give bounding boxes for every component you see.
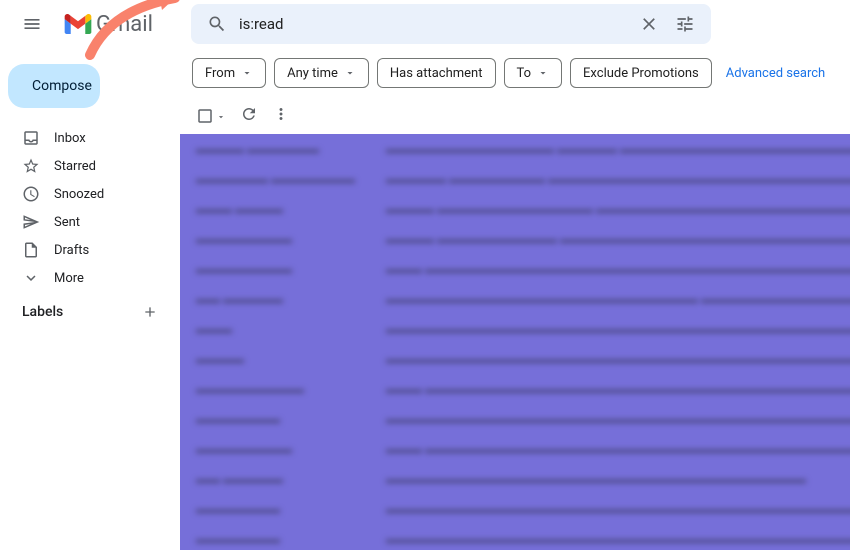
compose-label: Compose — [32, 78, 92, 94]
email-row[interactable]: ▬▬▬ ▬▬▬▬▬▬▬▬ ▬▬▬▬▬▬▬▬▬▬▬▬▬ ▬▬▬▬▬▬▬▬▬▬▬▬▬… — [180, 194, 850, 224]
search-icon[interactable] — [199, 6, 235, 42]
clock-icon — [22, 185, 40, 203]
advanced-search-link[interactable]: Advanced search — [726, 66, 825, 81]
gmail-logo[interactable]: Gmail — [64, 12, 153, 37]
nav-more[interactable]: More — [0, 264, 172, 292]
email-row[interactable]: ▬▬▬▬▬▬▬▬▬▬▬▬ ▬▬▬▬▬▬▬▬▬▬ ▬▬▬▬▬▬▬▬▬▬▬▬▬▬▬▬… — [180, 224, 850, 254]
search-bar — [191, 4, 711, 44]
star-icon — [22, 157, 40, 175]
sidebar: Compose InboxStarredSnoozedSentDraftsMor… — [0, 48, 180, 550]
email-list[interactable]: ▬▬▬▬ ▬▬▬▬▬▬▬▬▬▬▬▬▬▬▬▬▬▬▬▬ ▬▬▬▬▬ ▬▬▬▬▬▬▬▬… — [180, 134, 850, 550]
app-name: Gmail — [96, 12, 153, 37]
chev-icon — [22, 269, 40, 287]
add-label-button[interactable] — [142, 304, 158, 320]
more-actions-button[interactable] — [272, 105, 290, 127]
main-menu-button[interactable] — [8, 0, 56, 48]
chevron-down-icon — [241, 67, 253, 79]
search-input[interactable] — [235, 15, 631, 33]
nav-starred[interactable]: Starred — [0, 152, 172, 180]
chevron-down-icon — [537, 67, 549, 79]
email-row[interactable]: ▬▬▬▬▬▬ ▬▬▬▬▬▬▬▬▬▬▬▬ ▬▬▬▬▬▬▬▬ ▬▬▬▬▬▬▬▬▬▬▬… — [180, 164, 850, 194]
filter-chip-any-time[interactable]: Any time — [274, 58, 369, 88]
refresh-button[interactable] — [240, 105, 258, 127]
compose-button[interactable]: Compose — [8, 64, 100, 108]
chevron-down-icon — [344, 67, 356, 79]
labels-heading: Labels — [22, 304, 63, 320]
email-row[interactable]: ▬▬▬▬▬▬▬▬▬▬▬▬▬▬▬▬▬▬▬▬▬▬▬▬▬▬▬▬▬▬▬▬▬▬▬▬▬▬▬▬… — [180, 344, 850, 374]
inbox-icon — [22, 129, 40, 147]
nav-sent[interactable]: Sent — [0, 208, 172, 236]
email-row[interactable]: ▬▬ ▬▬▬▬▬▬▬▬▬▬▬▬▬▬▬▬▬▬▬▬▬▬▬▬▬▬▬▬▬▬▬▬▬▬▬▬▬… — [180, 464, 850, 494]
email-row[interactable]: ▬▬▬▬▬▬▬▬▬▬▬ ▬▬▬▬▬▬▬▬▬▬▬▬▬▬▬▬▬▬▬▬▬▬▬▬▬▬▬▬… — [180, 434, 850, 464]
email-row[interactable]: ▬▬▬▬▬▬▬▬▬▬▬▬▬▬▬▬▬▬▬▬▬▬▬▬▬▬▬▬▬▬▬▬▬▬▬▬▬▬▬▬… — [180, 494, 850, 524]
clear-search-button[interactable] — [631, 6, 667, 42]
file-icon — [22, 241, 40, 259]
select-all-checkbox[interactable] — [196, 107, 226, 126]
filter-chip-has-attachment[interactable]: Has attachment — [377, 58, 496, 88]
filter-chip-exclude-promotions[interactable]: Exclude Promotions — [570, 58, 712, 88]
search-options-button[interactable] — [667, 6, 703, 42]
email-row[interactable]: ▬▬▬▬▬▬▬▬▬▬▬▬▬▬▬▬▬▬▬▬▬▬▬▬▬▬▬▬▬▬▬▬▬▬▬▬▬▬▬▬… — [180, 404, 850, 434]
nav-drafts[interactable]: Drafts — [0, 236, 172, 264]
filter-chip-from[interactable]: From — [192, 58, 266, 88]
email-row[interactable]: ▬▬ ▬▬▬▬▬▬▬▬▬▬▬▬▬▬▬▬▬▬▬▬▬▬▬▬▬▬▬▬▬▬▬ ▬▬▬▬▬… — [180, 284, 850, 314]
nav-snoozed[interactable]: Snoozed — [0, 180, 172, 208]
send-icon — [22, 213, 40, 231]
email-row[interactable]: ▬▬▬▬▬▬▬▬▬▬▬▬▬▬▬▬▬▬▬▬▬▬▬▬▬▬▬▬▬▬▬▬▬▬▬▬▬▬▬▬… — [180, 524, 850, 550]
email-row[interactable]: ▬▬▬▬▬▬▬▬▬▬▬ ▬▬▬▬▬▬▬▬▬▬▬▬▬▬▬▬▬▬▬▬▬▬▬▬▬▬▬▬… — [180, 254, 850, 284]
nav-inbox[interactable]: Inbox — [0, 124, 172, 152]
filter-chip-to[interactable]: To — [504, 58, 563, 88]
email-row[interactable]: ▬▬▬▬ ▬▬▬▬▬▬▬▬▬▬▬▬▬▬▬▬▬▬▬▬ ▬▬▬▬▬ ▬▬▬▬▬▬▬▬… — [180, 134, 850, 164]
email-row[interactable]: ▬▬▬▬▬▬▬▬▬▬▬▬▬▬▬▬▬▬▬▬▬▬▬▬▬▬▬▬▬▬▬▬▬▬▬▬▬▬▬▬… — [180, 314, 850, 344]
email-row[interactable]: ▬▬▬▬▬▬▬▬▬▬▬▬ ▬▬▬▬▬▬▬▬▬▬▬▬▬▬▬▬▬▬▬▬▬▬▬▬▬▬▬… — [180, 374, 850, 404]
